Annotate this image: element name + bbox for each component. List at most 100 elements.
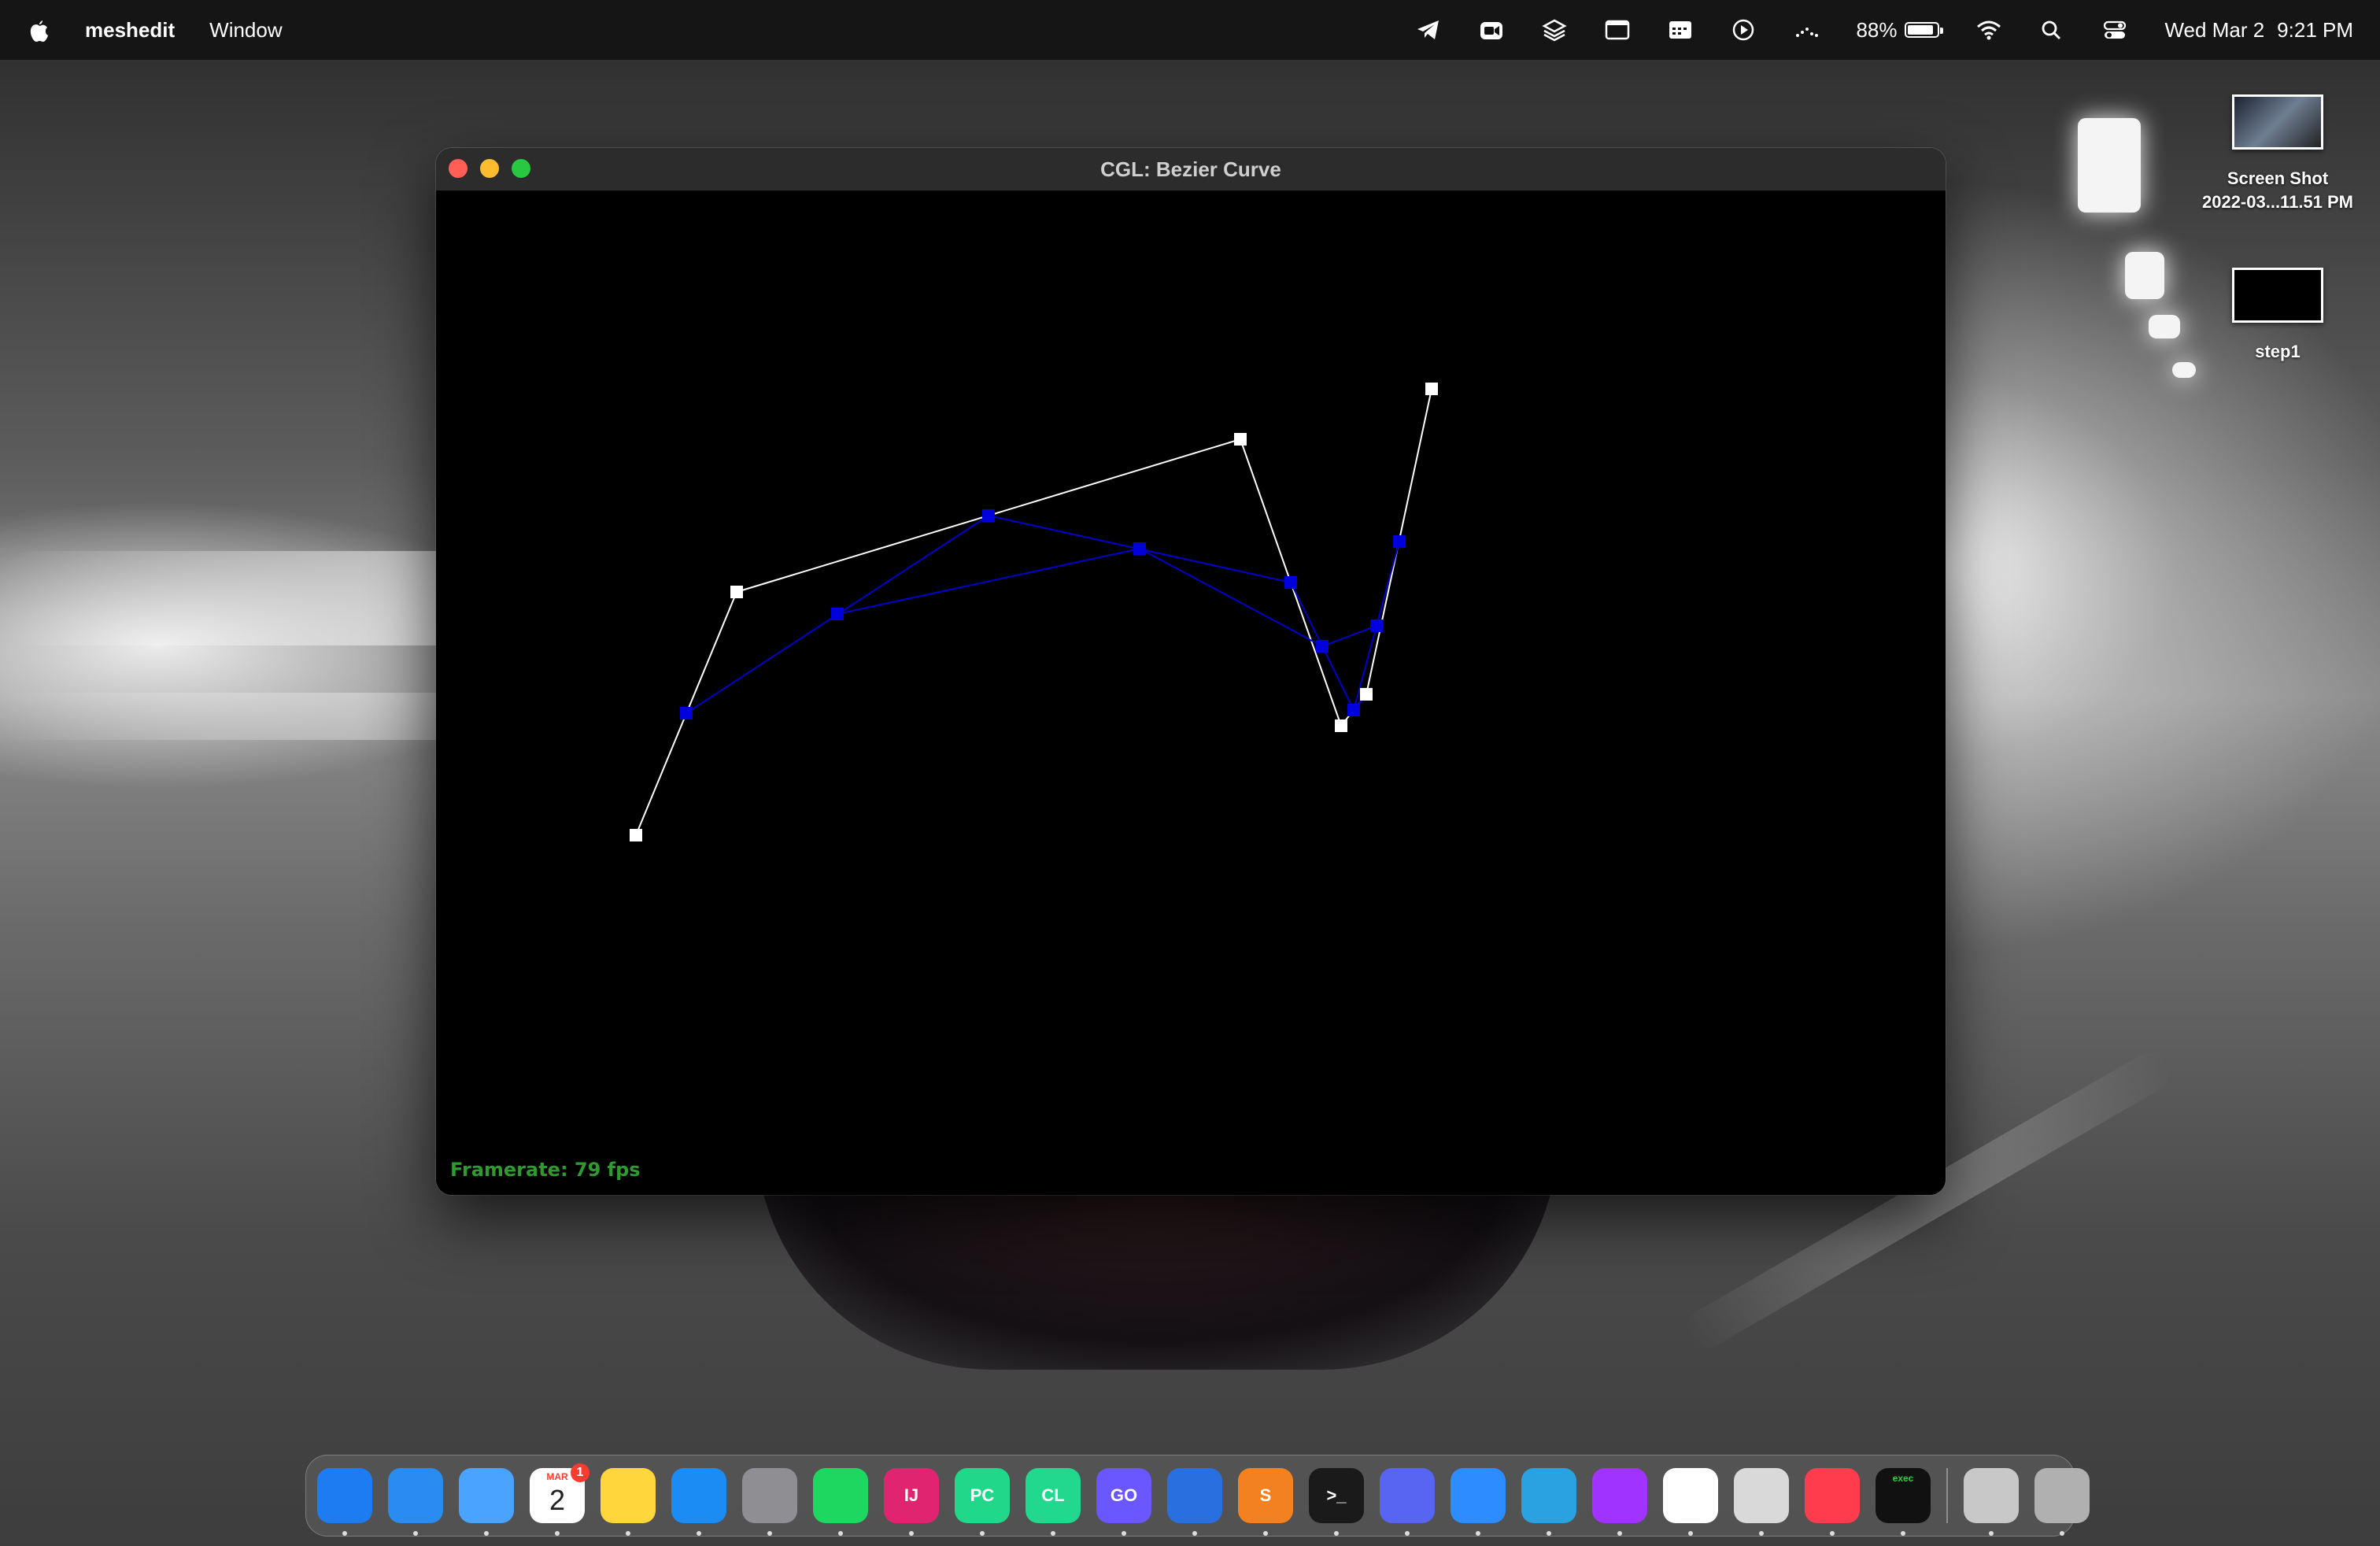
running-indicator (838, 1531, 843, 1536)
dots-icon[interactable] (1793, 18, 1820, 42)
control-point[interactable] (1335, 719, 1347, 732)
search-icon[interactable] (2038, 18, 2065, 42)
running-indicator (767, 1531, 772, 1536)
dock: MAR 2 1 IJ PC CL GO S >_ exec (305, 1455, 2090, 1537)
dock-slack-icon[interactable] (1663, 1468, 1718, 1536)
battery-indicator[interactable]: 88% (1856, 18, 1944, 43)
intermediate-point (680, 707, 693, 719)
running-indicator (1476, 1531, 1480, 1536)
control-point[interactable] (630, 829, 642, 841)
tunnel-light (2149, 315, 2180, 338)
control-point[interactable] (1425, 383, 1438, 395)
window-title: CGL: Bezier Curve (1100, 157, 1281, 181)
minimize-button[interactable] (480, 159, 499, 178)
running-indicator (342, 1531, 347, 1536)
app-window: CGL: Bezier Curve Framerate: 79 fps (436, 148, 1946, 1195)
calendar-day: 2 (549, 1484, 566, 1516)
dock-spotify-icon[interactable] (813, 1468, 868, 1536)
desktop-file-label: Screen Shot (2227, 168, 2329, 188)
dock-xcode-icon[interactable] (1167, 1468, 1222, 1536)
dock-sublime-text-icon[interactable]: S (1238, 1468, 1293, 1536)
running-indicator (626, 1531, 630, 1536)
menubar-date: Wed Mar 2 (2164, 17, 2265, 42)
running-indicator (1192, 1531, 1197, 1536)
zoom-button[interactable] (512, 159, 530, 178)
dock-icon-text: CL (1041, 1485, 1065, 1505)
intermediate-point (1133, 542, 1146, 555)
menubar-clock[interactable]: Wed Mar 2 9:21 PM (2164, 18, 2353, 43)
intermediate-point (1370, 620, 1383, 632)
dock-separator (1946, 1468, 1948, 1523)
dock-discord-icon[interactable] (1380, 1468, 1435, 1536)
dock-mail-icon[interactable] (459, 1468, 514, 1536)
running-indicator (1688, 1531, 1693, 1536)
screenshot-thumbnail (2232, 94, 2323, 150)
desktop-file-screenshot[interactable]: Screen Shot 2022-03...11.51 PM (2191, 94, 2364, 214)
framerate-label: Framerate: 79 fps (450, 1159, 641, 1181)
running-indicator (484, 1531, 489, 1536)
control-point[interactable] (730, 586, 743, 598)
window-menu[interactable]: Window (209, 18, 282, 43)
dock-meshedit-icon[interactable]: exec (1876, 1468, 1931, 1536)
menubar-time: 9:21 PM (2277, 17, 2353, 42)
dock-notes-icon[interactable] (601, 1468, 656, 1536)
intermediate-point (1284, 576, 1297, 589)
app-menu[interactable]: meshedit (85, 18, 175, 43)
bezier-canvas[interactable] (436, 190, 1946, 1195)
menu-bar: meshedit Window 88% Wed Mar 2 9:21 PM (0, 0, 2380, 60)
apple-icon[interactable] (27, 17, 50, 43)
desktop-file-label: step1 (2255, 342, 2301, 361)
dock-icon-text: IJ (904, 1485, 919, 1505)
running-indicator (1830, 1531, 1835, 1536)
running-indicator (1122, 1531, 1126, 1536)
running-indicator (1263, 1531, 1268, 1536)
dock-pycharm-icon[interactable]: PC (955, 1468, 1010, 1536)
dock-downloads-icon[interactable] (1964, 1468, 2019, 1536)
dock-app-store-icon[interactable] (671, 1468, 726, 1536)
dock-goland-icon[interactable]: GO (1096, 1468, 1151, 1536)
dock-terminal-icon[interactable]: >_ (1309, 1468, 1364, 1536)
render-canvas[interactable]: Framerate: 79 fps (436, 190, 1946, 1195)
dock-zoom-icon[interactable] (1451, 1468, 1506, 1536)
layers-icon[interactable] (1541, 18, 1568, 42)
dock-preview-icon[interactable] (1734, 1468, 1789, 1536)
dock-safari-icon[interactable] (388, 1468, 443, 1536)
battery-level (1908, 25, 1934, 35)
window-controls (449, 159, 530, 178)
desktop-file-step1[interactable]: step1 (2191, 268, 2364, 364)
battery-icon (1905, 22, 1944, 38)
running-indicator (697, 1531, 701, 1536)
dock-telegram-icon[interactable] (1521, 1468, 1576, 1536)
dock-intellij-idea-icon[interactable]: IJ (884, 1468, 939, 1536)
dock-messenger-icon[interactable] (1592, 1468, 1647, 1536)
intermediate-point (1347, 704, 1360, 716)
dock-system-preferences-icon[interactable] (742, 1468, 797, 1536)
dock-icon-text: >_ (1326, 1485, 1347, 1505)
running-indicator (1901, 1531, 1905, 1536)
dock-news-icon[interactable] (1805, 1468, 1860, 1536)
wifi-icon[interactable] (1975, 18, 2002, 42)
running-indicator (555, 1531, 560, 1536)
telegram-icon[interactable] (1415, 18, 1442, 42)
intermediate-point (831, 608, 844, 620)
dock-trash-icon[interactable] (2034, 1468, 2090, 1536)
intermediate-point (982, 509, 995, 522)
control-center-icon[interactable] (2101, 18, 2128, 42)
screen-icon[interactable] (1604, 18, 1631, 42)
dock-finder-icon[interactable] (317, 1468, 372, 1536)
dock-clion-icon[interactable]: CL (1026, 1468, 1081, 1536)
running-indicator (1759, 1531, 1764, 1536)
calendar-icon[interactable] (1667, 18, 1694, 42)
close-button[interactable] (449, 159, 468, 178)
zoom-icon[interactable] (1478, 18, 1505, 42)
running-indicator (1617, 1531, 1622, 1536)
dock-icon-text: GO (1110, 1485, 1138, 1505)
running-indicator (1334, 1531, 1339, 1536)
window-titlebar[interactable]: CGL: Bezier Curve (436, 148, 1946, 191)
intermediate-point (1316, 640, 1329, 653)
control-point[interactable] (1234, 433, 1247, 446)
play-icon[interactable] (1730, 18, 1757, 42)
intermediate-polygon (686, 514, 1400, 714)
control-point[interactable] (1360, 688, 1373, 701)
dock-calendar-icon[interactable]: MAR 2 1 (530, 1463, 589, 1536)
